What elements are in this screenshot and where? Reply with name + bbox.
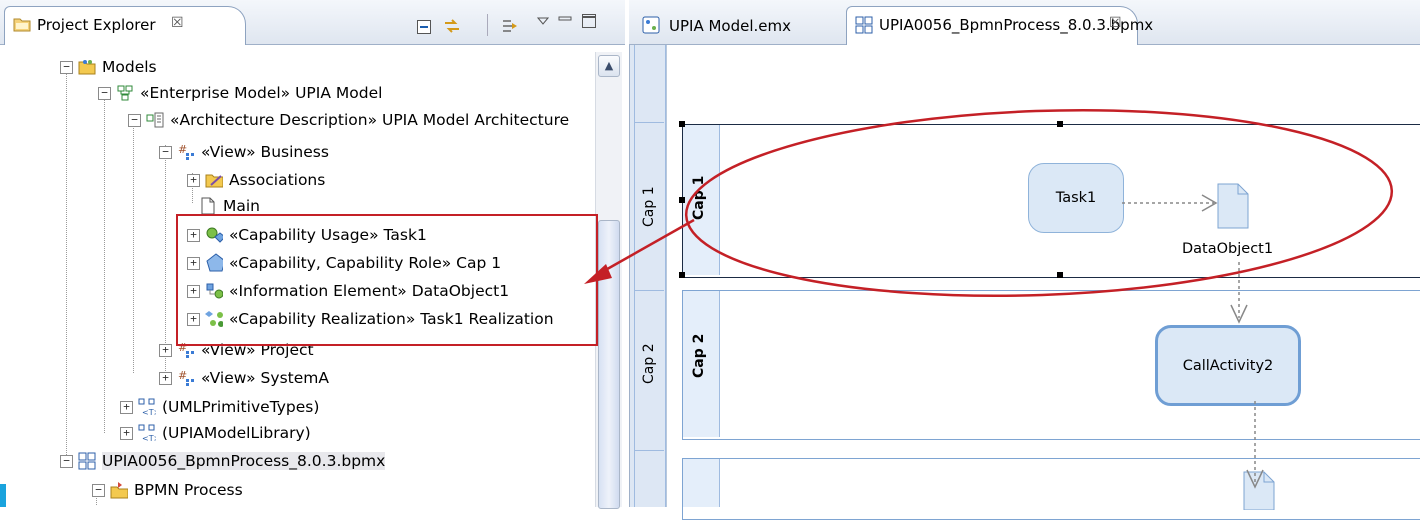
annotation-overlay [584, 108, 1394, 489]
